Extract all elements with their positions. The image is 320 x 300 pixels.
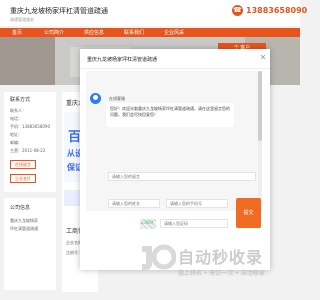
message-modal: 重庆九龙坡杨家坪杠清管道疏通 ✕ 在线客服 您好！欢迎光临重庆九龙坡杨家坪杠清管…: [80, 49, 270, 270]
scrollbar-thumb[interactable]: [258, 71, 262, 141]
nav-about[interactable]: 公司简介: [44, 29, 64, 36]
modal-title: 重庆九龙坡杨家坪杠清管道疏通: [87, 57, 158, 63]
scrollbar[interactable]: [258, 71, 262, 211]
company-row[interactable]: 坪杠清管道疏通: [10, 226, 38, 232]
nav-bar: 首页 公司简介 供应信息 联系我们 企业风采: [0, 28, 300, 37]
contact-row: 电话：: [10, 116, 22, 121]
nav-contact[interactable]: 联系我们: [124, 29, 144, 36]
header-phone[interactable]: 13883658090: [246, 6, 307, 15]
message-text: 您好！欢迎光临重庆九龙坡杨家坪杠清管道疏通，请在这里留言您的问题，我们会尽快回复…: [110, 106, 230, 117]
message-input[interactable]: [108, 172, 256, 181]
captcha-image[interactable]: x3k9: [140, 219, 156, 229]
phone-input[interactable]: [166, 199, 228, 208]
nav-supply[interactable]: 供应信息: [84, 29, 104, 36]
watermark-text: 自动秒收录: [178, 248, 264, 267]
nav-home[interactable]: 首页: [12, 29, 22, 36]
watermark-logo-icon: [142, 244, 176, 270]
nav-gallery[interactable]: 企业风采: [164, 29, 184, 36]
leave-message-button[interactable]: 在线留言: [10, 160, 36, 169]
watermark: 自动秒收录 做上排名 • 来访一次 • 自动收录: [138, 238, 300, 298]
contact-row: 手机：13883658090: [10, 124, 50, 129]
message-bubble: 您好！欢迎光临重庆九龙坡杨家坪杠清管道疏通，请在这里留言您的问题，我们会尽快回复…: [106, 103, 234, 127]
close-icon[interactable]: ✕: [258, 53, 268, 63]
contact-row: 邮编：: [10, 140, 22, 145]
company-title: 公司信息: [10, 205, 31, 211]
contact-card: 联系方式 联系人： 电话： 手机：13883658090 地址： 邮编： 主营：…: [4, 92, 56, 192]
modal-header: 重庆九龙坡杨家坪杠清管道疏通 ✕: [80, 49, 270, 69]
captcha-text: x3k9: [141, 220, 154, 226]
company-card: 公司信息 重庆九龙坡杨家 坪杠清管道疏通: [4, 198, 56, 290]
chat-area: 在线客服 您好！欢迎光临重庆九龙坡杨家坪杠清管道疏通，请在这里留言您的问题，我们…: [86, 71, 258, 211]
contact-row: 联系人：: [10, 108, 26, 113]
contact-title: 联系方式: [10, 97, 31, 103]
captcha-input[interactable]: [160, 219, 228, 228]
site-header: 重庆九龙坡杨家坪杠清管道疏通 疏通管道服务 ☎ 13883658090: [0, 0, 307, 26]
avatar: [90, 93, 101, 104]
contact-row: 地址：: [10, 132, 22, 137]
company-row[interactable]: 重庆九龙坡杨家: [10, 218, 38, 224]
banner-left: [0, 37, 55, 85]
service-name: 在线客服: [109, 96, 125, 101]
business-card-button[interactable]: 企业名片: [10, 174, 36, 183]
name-input[interactable]: [108, 199, 160, 208]
submit-button[interactable]: 提交: [236, 198, 261, 228]
site-subtitle: 疏通管道服务: [10, 17, 34, 22]
contact-row: 主营：2011-08-22: [10, 148, 46, 153]
phone-icon: ☎: [232, 5, 243, 16]
site-title: 重庆九龙坡杨家坪杠清管道疏通: [10, 7, 108, 15]
watermark-subtext: 做上排名 • 来访一次 • 自动收录: [178, 270, 265, 277]
